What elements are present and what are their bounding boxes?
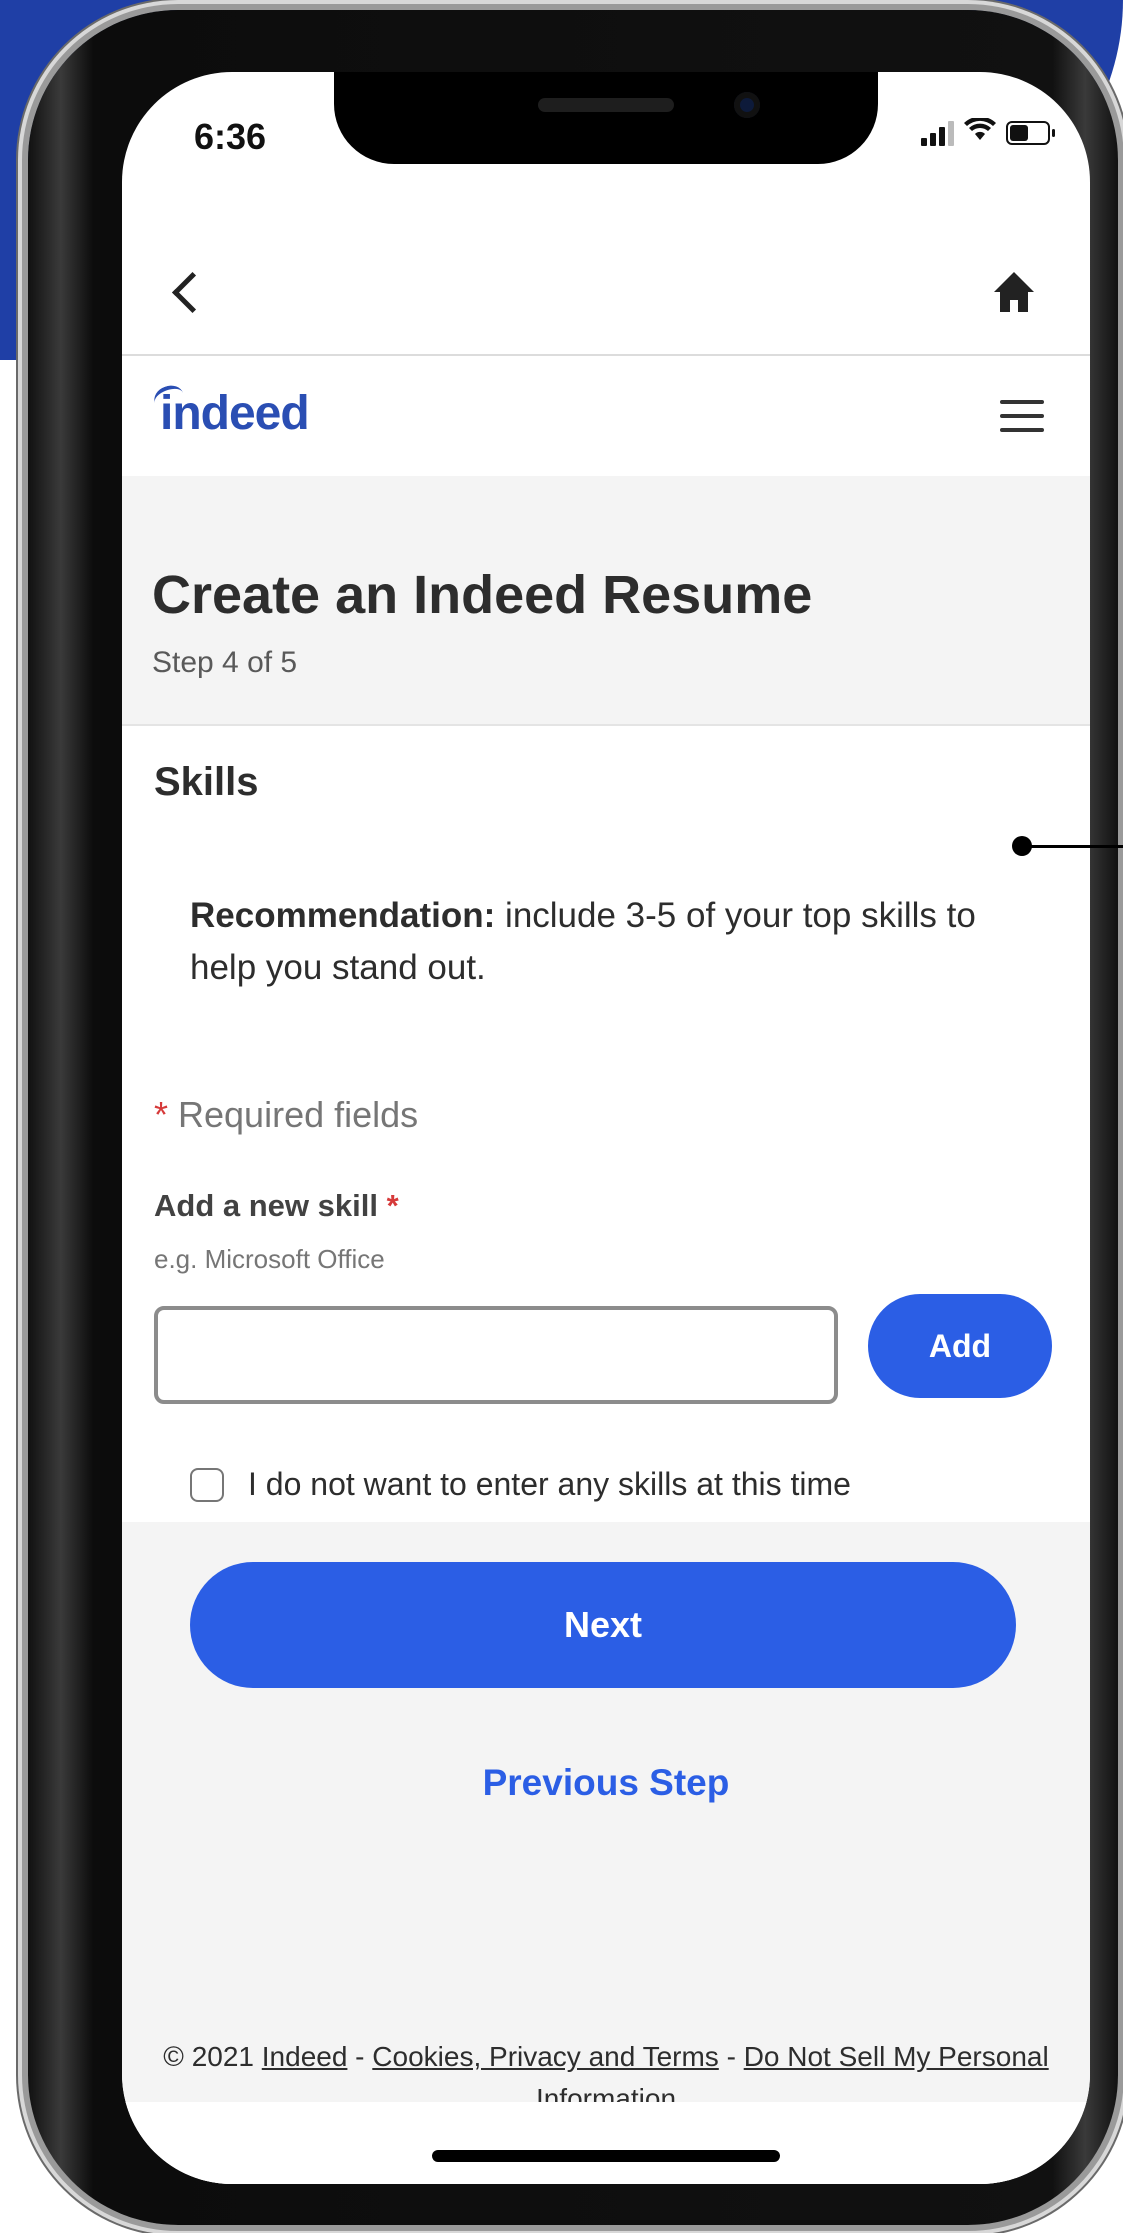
footer-sep-1: - xyxy=(347,2041,373,2072)
status-time: 6:36 xyxy=(194,116,267,157)
add-skill-label: Add a new skill * xyxy=(154,1188,399,1224)
add-skill-label-text: Add a new skill xyxy=(154,1188,378,1223)
add-skill-required-asterisk: * xyxy=(386,1188,399,1223)
speaker-grille xyxy=(538,98,674,112)
footer-sep-2: - xyxy=(718,2041,744,2072)
wifi-icon xyxy=(964,116,996,148)
recommendation-label: Recommendation: xyxy=(190,896,496,935)
callout-line xyxy=(1022,845,1123,848)
no-skills-checkbox[interactable] xyxy=(190,1467,224,1502)
previous-step-link[interactable]: Previous Step xyxy=(122,1762,1090,1804)
recommendation-text: Recommendation: include 3-5 of your top … xyxy=(190,890,1030,994)
browser-navbar xyxy=(122,202,1090,356)
required-fields-note: * Required fields xyxy=(154,1094,418,1136)
home-icon[interactable] xyxy=(990,268,1038,316)
hamburger-menu-icon[interactable] xyxy=(1000,400,1044,432)
phone-notch xyxy=(334,72,878,164)
required-asterisk: * xyxy=(154,1094,169,1135)
phone-screen: 6:36 indeed Create an Indeed Resume Step… xyxy=(122,72,1090,2184)
phone-frame: 6:36 indeed Create an Indeed Resume Step… xyxy=(28,10,1118,2225)
skill-input[interactable] xyxy=(154,1306,838,1404)
add-skill-hint: e.g. Microsoft Office xyxy=(154,1244,385,1274)
skills-heading: Skills xyxy=(154,760,259,804)
skills-form: Skills Recommendation: include 3-5 of yo… xyxy=(122,726,1090,1522)
footer-copyright: © 2021 xyxy=(163,2041,262,2072)
no-skills-option[interactable]: I do not want to enter any skills at thi… xyxy=(190,1466,851,1503)
no-skills-label[interactable]: I do not want to enter any skills at thi… xyxy=(248,1466,851,1503)
bottom-actions: Next Previous Step © 2021 Indeed - Cooki… xyxy=(122,1522,1090,2184)
required-fields-text: Required fields xyxy=(168,1094,419,1135)
footer-link-indeed[interactable]: Indeed xyxy=(262,2041,348,2072)
home-indicator-area xyxy=(122,2102,1090,2184)
next-button[interactable]: Next xyxy=(190,1562,1016,1688)
signal-icon xyxy=(921,120,954,146)
footer-link-terms[interactable]: Cookies, Privacy and Terms xyxy=(372,2041,719,2072)
add-skill-button[interactable]: Add xyxy=(868,1294,1052,1398)
battery-icon xyxy=(1006,121,1055,145)
page-title: Create an Indeed Resume xyxy=(152,565,813,625)
step-indicator: Step 4 of 5 xyxy=(152,646,298,679)
site-header: indeed xyxy=(122,356,1090,476)
front-camera xyxy=(734,92,760,118)
home-indicator[interactable] xyxy=(432,2150,780,2162)
back-chevron-icon[interactable] xyxy=(171,271,214,314)
indeed-logo[interactable]: indeed xyxy=(160,386,310,441)
status-icons xyxy=(921,116,1055,148)
title-band: Create an Indeed Resume Step 4 of 5 xyxy=(122,476,1090,726)
